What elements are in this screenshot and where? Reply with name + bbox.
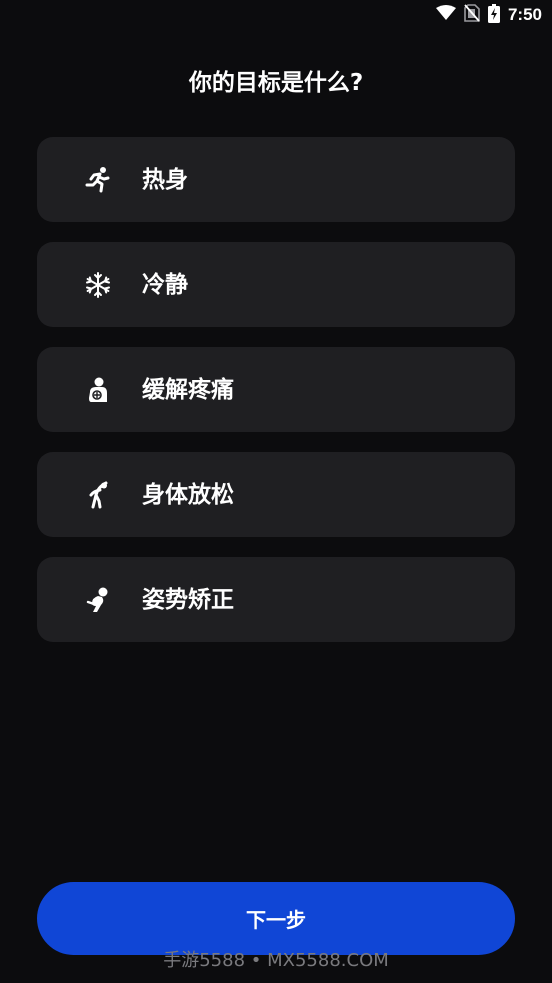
battery-charging-icon bbox=[487, 3, 500, 27]
status-bar: 7:50 bbox=[0, 0, 552, 30]
posture-icon bbox=[83, 585, 113, 615]
snowflake-icon bbox=[83, 270, 113, 300]
option-label: 热身 bbox=[142, 166, 188, 193]
option-pain-relief[interactable]: 缓解疼痛 bbox=[37, 347, 515, 432]
option-label: 姿势矫正 bbox=[142, 586, 234, 613]
page-title: 你的目标是什么? bbox=[188, 70, 364, 96]
option-posture-correction[interactable]: 姿势矫正 bbox=[37, 557, 515, 642]
no-sim-icon bbox=[464, 4, 480, 26]
status-time: 7:50 bbox=[507, 5, 542, 24]
watermark: 手游5588 • MX5588.COM bbox=[163, 950, 389, 971]
stretch-icon bbox=[83, 480, 113, 510]
wifi-icon bbox=[435, 5, 456, 25]
status-icons: 7:50 bbox=[435, 3, 542, 27]
pain-relief-icon bbox=[83, 375, 113, 405]
next-step-button[interactable]: 下一步 bbox=[37, 882, 515, 955]
option-label: 缓解疼痛 bbox=[142, 376, 234, 403]
option-cool-down[interactable]: 冷静 bbox=[37, 242, 515, 327]
option-label: 身体放松 bbox=[142, 481, 234, 508]
option-warm-up[interactable]: 热身 bbox=[37, 137, 515, 222]
goal-option-list: 热身 冷静 缓解疼痛 身体放松 姿势矫正 bbox=[37, 137, 515, 662]
option-label: 冷静 bbox=[142, 271, 188, 298]
option-body-relax[interactable]: 身体放松 bbox=[37, 452, 515, 537]
running-icon bbox=[83, 165, 113, 195]
